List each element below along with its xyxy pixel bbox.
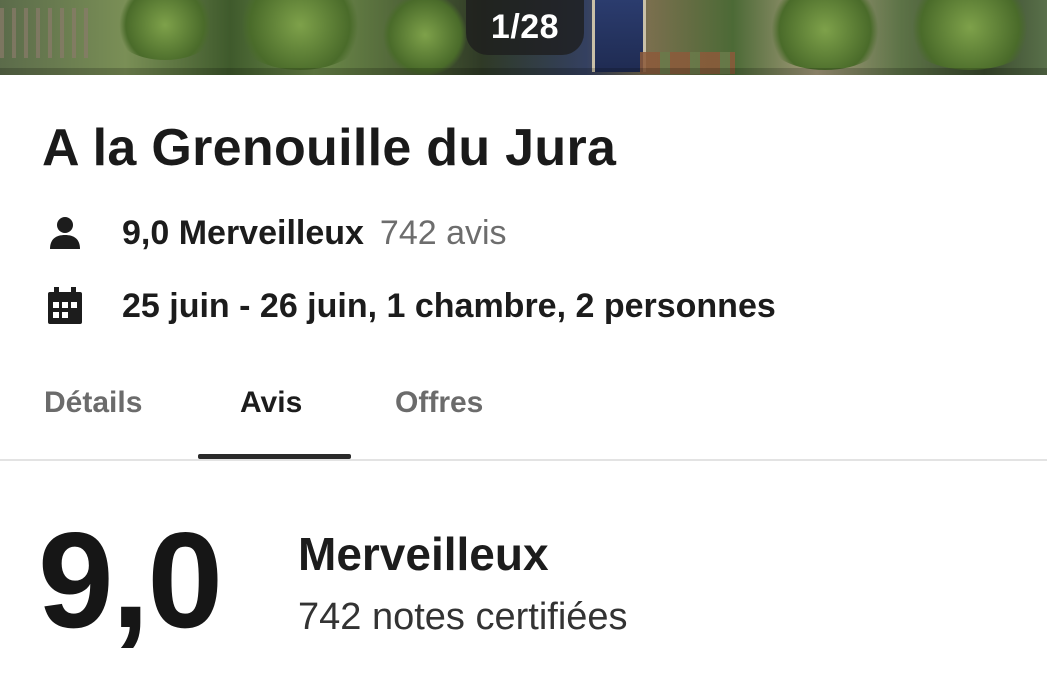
photo-fence [0,8,90,58]
review-count: 742 notes certifiées [298,596,628,638]
review-score-label: Merveilleux [298,528,549,580]
photo-foliage [380,0,470,75]
hotel-name: A la Grenouille du Jura [42,119,617,177]
photo-shade [0,68,1047,75]
photo-foliage [110,0,220,60]
photo-foliage [760,0,890,70]
stay-dates: 25 juin - 26 juin, 1 chambre, 2 personne… [122,286,776,325]
person-icon [44,212,86,254]
tabs-divider [0,459,1047,461]
photo-door [592,0,646,72]
tab-bar: Détails Avis Offres [0,372,1047,460]
dates-row[interactable]: 25 juin - 26 juin, 1 chambre, 2 personne… [44,285,776,327]
photo-foliage [230,0,370,70]
tab-details[interactable]: Détails [44,386,142,420]
photo-foliage [900,0,1040,70]
hotel-photo-gallery[interactable]: 1/28 [0,0,1047,75]
reviews-count[interactable]: 742 avis [380,214,507,253]
rating-text: 9,0 Merveilleux [122,213,364,252]
review-score: 9,0 [38,504,223,656]
calendar-icon [44,285,86,327]
photo-counter: 1/28 [466,0,584,55]
tab-offers[interactable]: Offres [395,386,483,420]
rating-row: 9,0 Merveilleux 742 avis [44,212,507,254]
tab-reviews[interactable]: Avis [240,386,302,420]
